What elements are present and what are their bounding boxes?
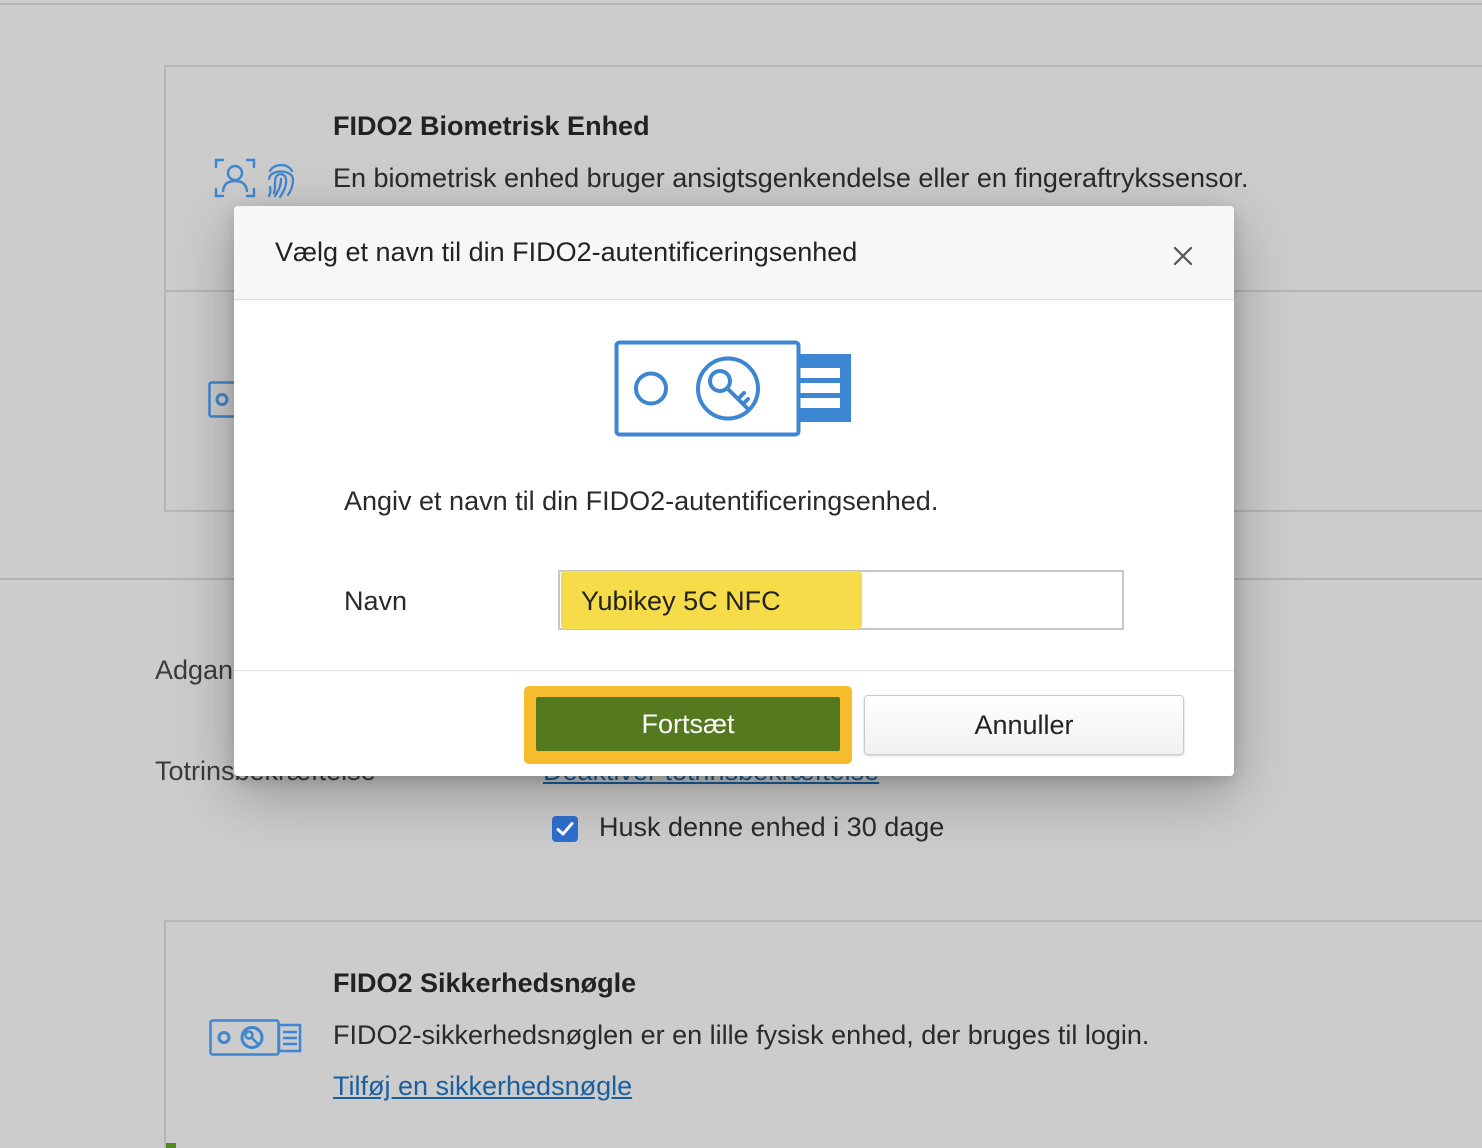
dialog-header: Vælg et navn til din FIDO2-autentificeri… bbox=[234, 206, 1234, 300]
remember-device-checkbox[interactable] bbox=[552, 816, 578, 842]
continue-button[interactable]: Fortsæt bbox=[536, 697, 840, 751]
dialog-footer-divider bbox=[234, 670, 1234, 671]
add-security-key-link[interactable]: Tilføj en sikkerhedsnøgle bbox=[333, 1071, 632, 1102]
name-input-value[interactable]: Yubikey 5C NFC bbox=[581, 586, 781, 617]
security-key-card-description: FIDO2-sikkerhedsnøglen er en lille fysis… bbox=[333, 1020, 1150, 1050]
access-label: Adgan bbox=[155, 655, 234, 685]
status-indicator bbox=[166, 1143, 176, 1148]
close-button[interactable] bbox=[1170, 243, 1196, 269]
biometric-icons bbox=[214, 157, 304, 201]
dialog-title: Vælg et navn til din FIDO2-autentificeri… bbox=[275, 237, 858, 267]
remember-device-label: Husk denne enhed i 30 dage bbox=[599, 812, 945, 842]
face-scan-icon bbox=[214, 158, 295, 199]
close-icon bbox=[1173, 246, 1193, 266]
name-field-label: Navn bbox=[344, 586, 408, 616]
fingerprint-icon bbox=[267, 163, 295, 199]
security-key-card-title: FIDO2 Sikkerhedsnøgle bbox=[333, 968, 637, 998]
checkmark-icon bbox=[556, 822, 574, 836]
usb-security-key-icon bbox=[614, 340, 854, 438]
name-device-dialog: Vælg et navn til din FIDO2-autentificeri… bbox=[234, 206, 1234, 776]
security-key-card: FIDO2 Sikkerhedsnøgle FIDO2-sikkerhedsnø… bbox=[164, 920, 1482, 1148]
security-key-icon bbox=[209, 1019, 303, 1057]
top-divider bbox=[0, 3, 1482, 5]
biometric-card-description: En biometrisk enhed bruger ansigtsgenken… bbox=[333, 163, 1249, 193]
dialog-prompt: Angiv et navn til din FIDO2-autentificer… bbox=[344, 486, 939, 516]
biometric-card-title: FIDO2 Biometrisk Enhed bbox=[333, 111, 650, 141]
cancel-button[interactable]: Annuller bbox=[864, 695, 1184, 755]
